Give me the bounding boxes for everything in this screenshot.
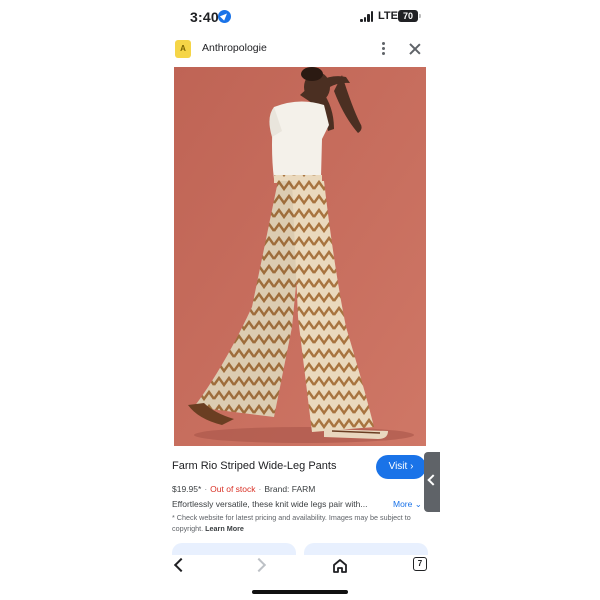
signal-icon (360, 11, 374, 22)
product-meta: $19.95* · Out of stock · Brand: FARM (172, 484, 315, 494)
network-type: LTE (378, 10, 398, 22)
brand: Brand: FARM (264, 484, 316, 494)
close-icon[interactable] (408, 42, 422, 56)
side-panel-handle[interactable] (424, 452, 440, 512)
disclaimer: * Check website for latest pricing and a… (172, 513, 428, 534)
product-description: Effortlessly versatile, these knit wide … (172, 499, 368, 509)
more-vert-icon[interactable] (380, 42, 388, 56)
location-arrow-icon (218, 10, 231, 23)
status-bar: 3:40 LTE 70 (160, 0, 440, 34)
source-header: A Anthropologie (160, 34, 440, 66)
product-photo (174, 67, 426, 446)
back-arrow-icon[interactable] (170, 556, 190, 576)
forward-arrow-icon[interactable] (252, 556, 272, 576)
tabs-count-button[interactable]: 7 (413, 557, 427, 571)
home-icon[interactable] (330, 556, 350, 576)
learn-more-link[interactable]: Learn More (205, 524, 244, 533)
price: $19.95* (172, 484, 202, 494)
meta-separator: · (204, 484, 208, 494)
meta-separator: · (258, 484, 262, 494)
phone-screen: 3:40 LTE 70 A Anthropologie Farm Rio Str… (160, 0, 440, 600)
site-name[interactable]: Anthropologie (202, 42, 267, 54)
status-time: 3:40 (190, 9, 219, 25)
battery-icon: 70 (398, 10, 421, 22)
product-image[interactable] (174, 67, 426, 446)
more-link[interactable]: More ⌄ (393, 499, 422, 510)
visit-button[interactable]: Visit › (376, 455, 426, 479)
product-title[interactable]: Farm Rio Striped Wide-Leg Pants (172, 460, 336, 472)
site-favicon: A (175, 40, 191, 58)
home-indicator (252, 590, 348, 594)
more-label: More (393, 499, 413, 509)
chevron-down-icon: ⌄ (414, 499, 422, 509)
bottom-nav: 7 (160, 550, 440, 580)
stock-status: Out of stock (210, 484, 256, 494)
